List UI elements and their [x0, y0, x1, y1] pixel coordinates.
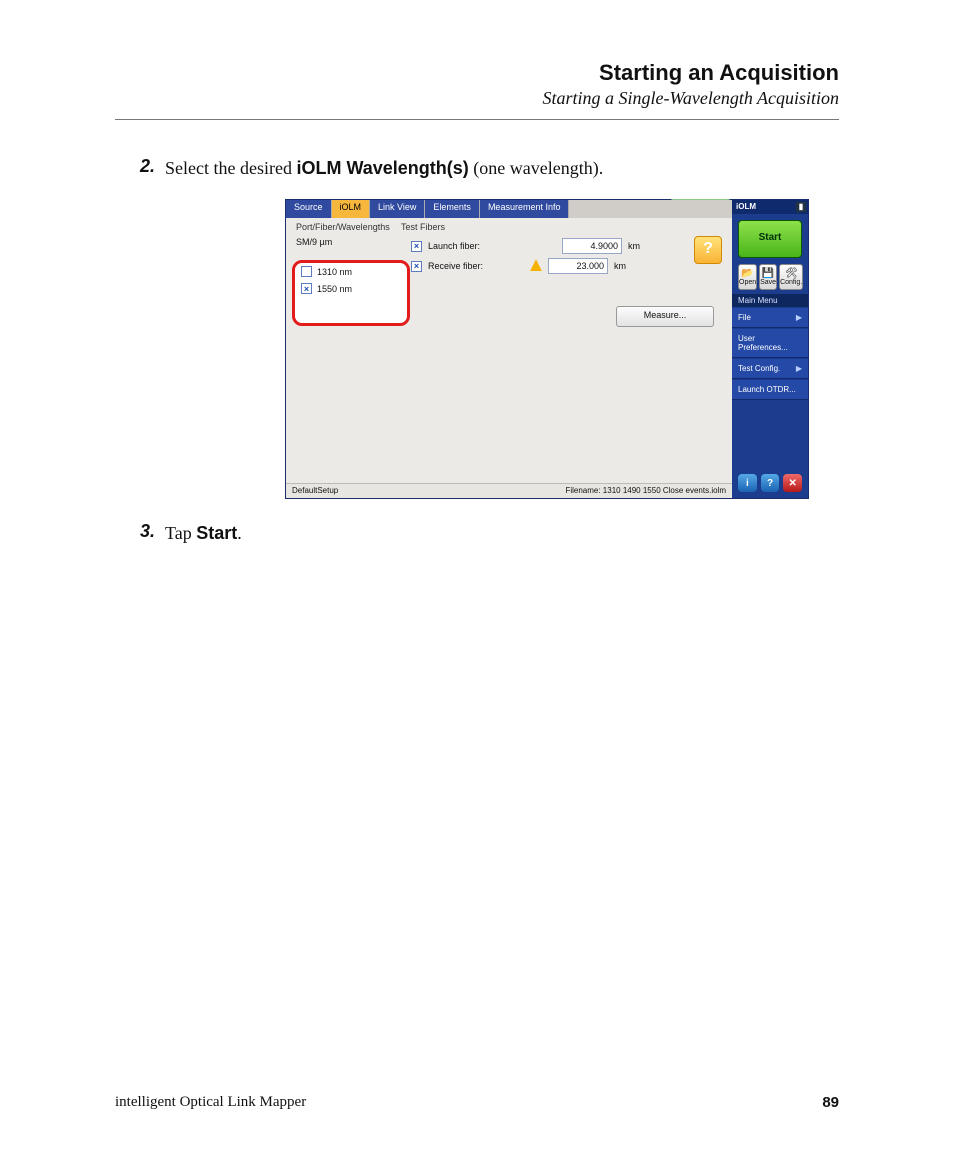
- menu-label: Launch OTDR...: [738, 385, 796, 394]
- app-side-panel: iOLM ▮ Start 📂Open 💾Save 🛠Config. Main M…: [732, 200, 808, 498]
- menu-user-preferences[interactable]: User Preferences...: [732, 328, 808, 358]
- receive-fiber-value[interactable]: 23.000: [548, 258, 608, 274]
- menu-file[interactable]: File ▶: [732, 307, 808, 328]
- launch-fiber-value[interactable]: 4.9000: [562, 238, 622, 254]
- save-icon: 💾: [762, 269, 774, 279]
- app-screenshot: ✓ Pass Source iOLM Link View Elements Me…: [285, 199, 809, 499]
- folder-open-icon: 📂: [741, 269, 753, 279]
- measure-button[interactable]: Measure...: [616, 306, 714, 327]
- step-post: (one wavelength).: [469, 158, 603, 178]
- config-button[interactable]: 🛠Config.: [779, 264, 803, 290]
- test-fibers-label: Test Fibers: [401, 222, 445, 232]
- step-number: 3.: [115, 521, 165, 546]
- chapter-title: Starting an Acquisition: [115, 60, 839, 86]
- app-main-panel: Source iOLM Link View Elements Measureme…: [286, 200, 732, 498]
- chevron-right-icon: ▶: [796, 364, 802, 373]
- info-button[interactable]: i: [738, 474, 757, 492]
- step-text: Select the desired iOLM Wavelength(s) (o…: [165, 156, 603, 181]
- footer-product: intelligent Optical Link Mapper: [115, 1094, 306, 1111]
- config-label: Config.: [780, 279, 802, 286]
- checkbox-receive-fiber[interactable]: ×: [411, 261, 422, 272]
- checkbox-1310[interactable]: [301, 266, 312, 277]
- main-menu-header: Main Menu: [732, 294, 808, 307]
- header-rule: [115, 119, 839, 120]
- launch-fiber-row: × Launch fiber: 4.9000 km: [411, 238, 640, 254]
- tab-measurement-info[interactable]: Measurement Info: [480, 200, 570, 218]
- tab-iolm[interactable]: iOLM: [332, 200, 371, 218]
- content-area: SM/9 µm 1310 nm × 1550 nm × Launch fiber…: [286, 234, 732, 483]
- save-label: Save: [760, 279, 776, 286]
- open-button[interactable]: 📂Open: [738, 264, 757, 290]
- status-right: Filename: 1310 1490 1550 Close events.io…: [565, 484, 726, 498]
- page-number: 89: [822, 1094, 839, 1111]
- step-post: .: [237, 523, 242, 543]
- tab-bar: Source iOLM Link View Elements Measureme…: [286, 200, 732, 218]
- gear-icon: 🛠: [785, 269, 798, 279]
- step-bold: iOLM Wavelength(s): [296, 158, 468, 178]
- wavelength-1310[interactable]: 1310 nm: [295, 263, 407, 280]
- menu-label: User Preferences...: [738, 334, 802, 352]
- section-subtitle: Starting a Single-Wavelength Acquisition: [115, 88, 839, 109]
- receive-fiber-row: × Receive fiber: 23.000 km: [411, 258, 626, 274]
- step-pre: Select the desired: [165, 158, 296, 178]
- tab-source[interactable]: Source: [286, 200, 332, 218]
- warning-icon: [530, 259, 542, 271]
- step-3: 3. Tap Start.: [115, 521, 839, 546]
- wavelength-label: 1310 nm: [317, 267, 352, 277]
- step-pre: Tap: [165, 523, 196, 543]
- chevron-right-icon: ▶: [796, 313, 802, 322]
- launch-fiber-unit: km: [628, 241, 640, 251]
- wavelength-1550[interactable]: × 1550 nm: [295, 280, 407, 297]
- port-fiber-wavelengths-label: Port/Fiber/Wavelengths: [296, 222, 401, 232]
- wavelength-highlight: 1310 nm × 1550 nm: [292, 260, 410, 326]
- checkbox-launch-fiber[interactable]: ×: [411, 241, 422, 252]
- step-text: Tap Start.: [165, 521, 242, 546]
- wavelength-label: 1550 nm: [317, 284, 352, 294]
- step-2: 2. Select the desired iOLM Wavelength(s)…: [115, 156, 839, 181]
- section-headers: Port/Fiber/Wavelengths Test Fibers: [286, 218, 732, 234]
- start-button[interactable]: Start: [738, 220, 802, 258]
- app-brand: iOLM ▮: [732, 200, 808, 214]
- tab-link-view[interactable]: Link View: [370, 200, 425, 218]
- step-number: 2.: [115, 156, 165, 181]
- status-left: DefaultSetup: [292, 484, 338, 498]
- toolbar: 📂Open 💾Save 🛠Config.: [738, 264, 802, 290]
- tab-elements[interactable]: Elements: [425, 200, 480, 218]
- launch-fiber-label: Launch fiber:: [428, 241, 490, 251]
- page-footer: intelligent Optical Link Mapper 89: [115, 1094, 839, 1111]
- save-button[interactable]: 💾Save: [759, 264, 777, 290]
- checkbox-1550[interactable]: ×: [301, 283, 312, 294]
- bottom-button-bar: i ? ✕: [732, 470, 808, 498]
- help-button[interactable]: ?: [761, 474, 780, 492]
- close-button[interactable]: ✕: [783, 474, 802, 492]
- receive-fiber-label: Receive fiber:: [428, 261, 490, 271]
- menu-launch-otdr[interactable]: Launch OTDR...: [732, 379, 808, 400]
- status-bar: DefaultSetup Filename: 1310 1490 1550 Cl…: [286, 483, 732, 498]
- window-menu-icon[interactable]: ▮: [796, 202, 806, 212]
- step-bold: Start: [196, 523, 237, 543]
- menu-label: File: [738, 313, 751, 322]
- help-icon[interactable]: ?: [694, 236, 722, 264]
- open-label: Open: [739, 279, 756, 286]
- menu-test-config[interactable]: Test Config. ▶: [732, 358, 808, 379]
- menu-label: Test Config.: [738, 364, 780, 373]
- brand-label: iOLM: [736, 200, 756, 214]
- receive-fiber-unit: km: [614, 261, 626, 271]
